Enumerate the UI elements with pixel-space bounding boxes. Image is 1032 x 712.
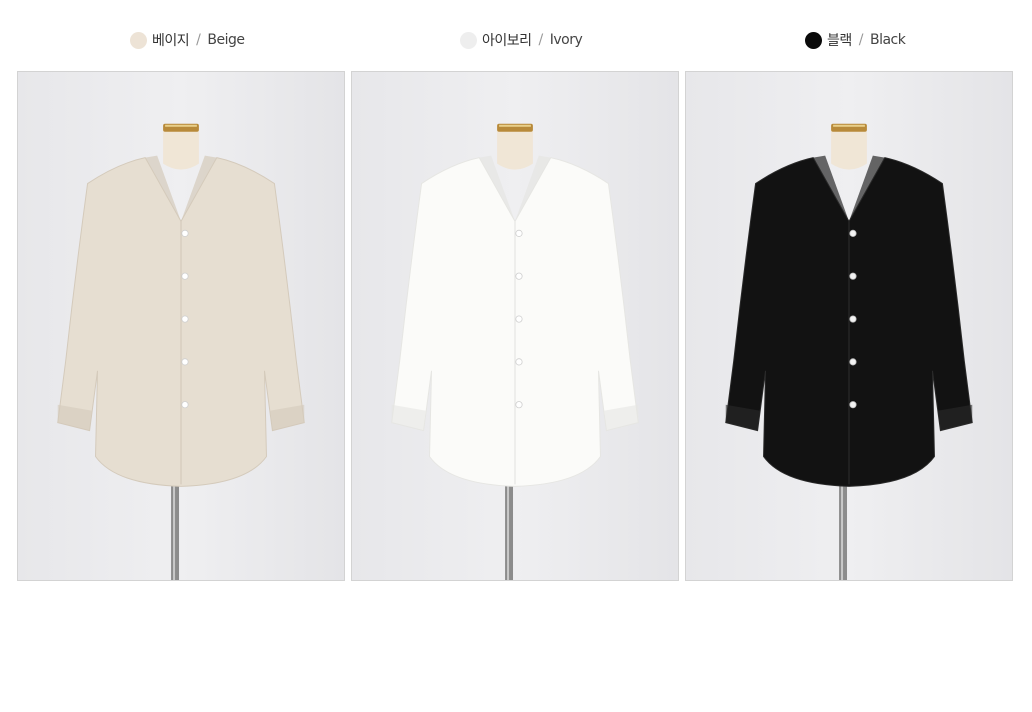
- color-name-english: Beige: [207, 32, 245, 48]
- product-photo-ivory: [351, 71, 679, 581]
- mannequin-cap-highlight: [165, 124, 197, 127]
- pearl-button: [515, 229, 523, 237]
- pearl-button: [181, 315, 189, 323]
- pearl-button: [515, 358, 523, 366]
- blouse-on-mannequin-photo: [725, 123, 973, 580]
- separator: /: [196, 32, 201, 48]
- pearl-button: [181, 401, 189, 409]
- mannequin-neck: [497, 127, 533, 170]
- color-label-ivory: 아이보리 / Ivory: [460, 28, 583, 52]
- color-label-black: 블랙 / Black: [805, 28, 906, 52]
- blouse-on-mannequin-photo: [57, 123, 305, 580]
- pearl-button: [515, 315, 523, 323]
- mannequin-cap-highlight: [499, 124, 531, 127]
- mannequin-neck: [831, 127, 867, 170]
- color-name-english: Black: [869, 32, 906, 48]
- color-label-beige: 베이지 / Beige: [130, 28, 245, 52]
- color-option-labels: 베이지 / Beige 아이보리 / Ivory 블랙 / Black: [0, 28, 1032, 52]
- blouse-on-mannequin-photo: [391, 123, 639, 580]
- pearl-button: [849, 229, 857, 237]
- color-name-korean: 블랙: [827, 33, 852, 49]
- mannequin-stand-highlight: [841, 475, 844, 580]
- product-photo-beige: [17, 71, 345, 581]
- color-swatch-icon: [130, 31, 147, 49]
- mannequin-stand-highlight: [173, 475, 176, 580]
- pearl-button: [181, 358, 189, 366]
- pearl-button: [849, 358, 857, 366]
- mannequin-stand: [839, 475, 848, 580]
- mannequin-neck: [163, 127, 199, 170]
- color-swatch-icon: [805, 31, 822, 49]
- color-name-korean: 베이지: [152, 33, 190, 49]
- pearl-button: [515, 401, 523, 409]
- pearl-button: [849, 272, 857, 280]
- pearl-button: [181, 229, 189, 237]
- product-photo-black: [685, 71, 1013, 581]
- pearl-button: [515, 272, 523, 280]
- pearl-button: [849, 315, 857, 323]
- color-swatch-icon: [460, 31, 477, 49]
- mannequin-stand-highlight: [507, 475, 510, 580]
- separator: /: [538, 32, 544, 48]
- color-name-korean: 아이보리: [482, 33, 532, 49]
- color-name-english: Ivory: [549, 32, 583, 48]
- pearl-button: [849, 401, 857, 409]
- pearl-button: [181, 272, 189, 280]
- separator: /: [858, 32, 864, 48]
- mannequin-cap-highlight: [833, 124, 865, 127]
